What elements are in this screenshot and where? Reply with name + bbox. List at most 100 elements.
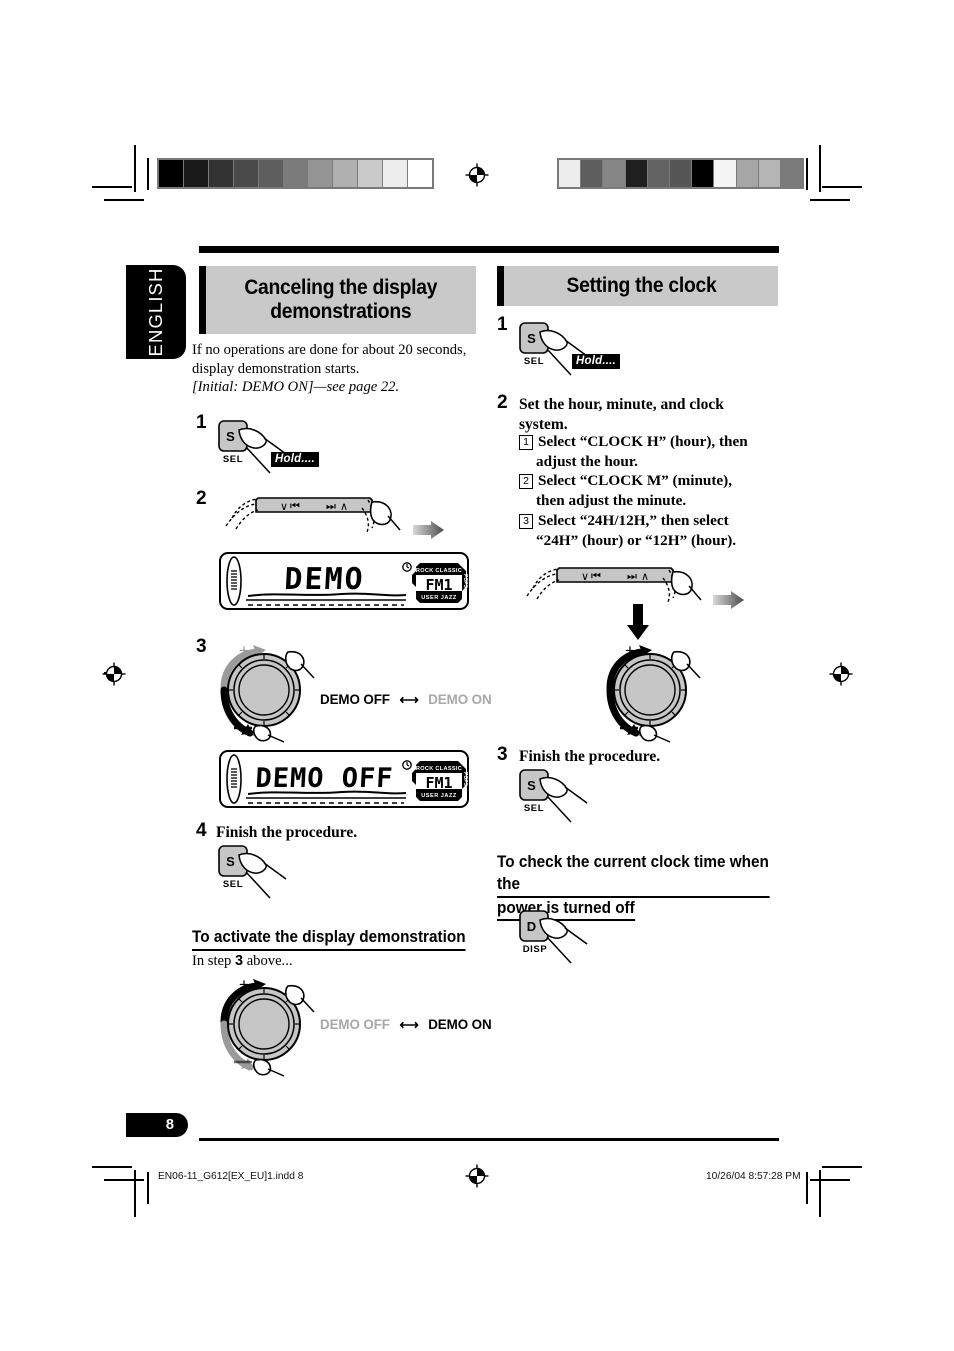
right-step-2-line1: Set the hour, minute, and clock	[519, 396, 724, 413]
crop-mark-bottom-left-v2	[147, 1172, 149, 1204]
svg-text:⏭: ⏭	[326, 500, 336, 513]
registration-mark-top-center	[464, 162, 490, 188]
toggle-arrow-activate: ⟷	[399, 1017, 419, 1032]
left-step-1-number: 1	[196, 412, 207, 433]
substep-2-marker: 2	[519, 474, 533, 489]
right-arrow-left-step2	[412, 520, 446, 540]
calibration-swatch	[383, 160, 409, 187]
svg-text:D: D	[527, 919, 536, 934]
left-step-2-number: 2	[196, 488, 207, 509]
svg-text:DEMO OFF: DEMO OFF	[255, 763, 395, 794]
right-step-3-number: 3	[497, 744, 508, 765]
page-number-badge: 8	[126, 1113, 188, 1137]
section-header-setting-the-clock: Setting the clock	[497, 266, 778, 306]
svg-text:SEL: SEL	[524, 356, 544, 367]
language-tab-english: ENGLISH	[126, 265, 186, 359]
svg-text:S: S	[527, 331, 536, 346]
demo-toggle-label-activate: DEMO OFF ⟷ DEMO ON	[320, 1017, 492, 1033]
svg-text:ROCK CLASSIC: ROCK CLASSIC	[416, 766, 462, 772]
right-step-1-number: 1	[497, 314, 508, 335]
demo-on-label-activate: DEMO ON	[428, 1017, 492, 1032]
page-top-rule	[199, 246, 779, 253]
svg-text:SEL: SEL	[223, 454, 243, 465]
svg-text:FM1: FM1	[425, 576, 452, 594]
volume-knob-art-activate: +	[206, 972, 324, 1078]
toggle-arrow-step3: ⟷	[399, 692, 419, 707]
demo-on-label-step3: DEMO ON	[428, 692, 492, 707]
calibration-swatch	[780, 160, 803, 187]
substep-1-line1: Select “CLOCK H” (hour), then	[538, 433, 748, 450]
svg-text:SEL: SEL	[524, 803, 544, 814]
registration-mark-right	[828, 661, 854, 687]
svg-text:DISP: DISP	[523, 944, 548, 955]
section-header-canceling-display-demonstrations: Canceling the display demonstrations	[199, 266, 476, 334]
svg-text:⏭: ⏭	[627, 570, 637, 583]
svg-text:POPS: POPS	[462, 772, 468, 787]
calibration-bar-right	[557, 158, 804, 189]
right-step-2-substep-3: 3 Select “24H/12H,” then select “24H” (ho…	[519, 511, 784, 551]
substep-1-marker: 1	[519, 435, 533, 450]
crop-mark-top-left-v	[134, 145, 136, 192]
activate-note-suffix: above...	[243, 953, 293, 969]
svg-text:S: S	[226, 429, 235, 444]
crop-mark-top-left-h2	[104, 199, 144, 201]
crop-mark-top-left-v2	[147, 158, 149, 190]
calibration-swatch	[159, 160, 184, 187]
intro-line-1: If no operations are done for about 20 s…	[192, 342, 467, 358]
substep-3-line2: “24H” (hour) or “12H” (hour).	[536, 531, 737, 549]
crop-mark-bottom-right-h1	[822, 1166, 862, 1168]
footer-timestamp: 10/26/04 8:57:28 PM	[706, 1171, 801, 1182]
left-step-4-number: 4	[196, 820, 207, 841]
section-header-clock-label: Setting the clock	[566, 274, 716, 298]
lcd-display-demo: DEMO ROCK CLASSIC POPS USER JAZZ FM1	[218, 551, 470, 611]
svg-text:⏮: ⏮	[290, 500, 300, 513]
check-clock-heading-line1: To check the current clock time when the	[497, 852, 770, 898]
left-step-4-text: Finish the procedure.	[216, 824, 358, 841]
svg-text:S: S	[226, 854, 235, 869]
calibration-swatch	[333, 160, 359, 187]
svg-text:DEMO: DEMO	[283, 562, 365, 597]
crop-mark-bottom-left-h2	[104, 1179, 144, 1181]
demo-toggle-label-left-step3: DEMO OFF ⟷ DEMO ON	[320, 692, 492, 708]
calibration-swatch	[625, 160, 648, 187]
calibration-swatch	[258, 160, 284, 187]
sel-button-art-left-step1: S SEL	[216, 418, 312, 480]
calibration-swatch	[308, 160, 334, 187]
calibration-swatch	[714, 160, 737, 187]
registration-mark-left	[101, 661, 127, 687]
hold-tag-left-step1: Hold....	[271, 452, 319, 467]
svg-text:⏮: ⏮	[591, 570, 601, 583]
intro-line-2: display demonstration starts.	[192, 360, 360, 377]
crop-mark-bottom-right-v	[819, 1170, 821, 1217]
crop-mark-top-right-h1	[822, 186, 862, 188]
calibration-swatch	[758, 160, 781, 187]
crop-mark-bottom-right-h2	[810, 1179, 850, 1181]
svg-text:POPS: POPS	[462, 574, 468, 589]
right-step-2-substep-2: 2 Select “CLOCK M” (minute), then adjust …	[519, 471, 781, 511]
language-tab-label: ENGLISH	[145, 267, 166, 357]
svg-text:SEL: SEL	[223, 879, 243, 890]
right-step-2-text: Set the hour, minute, and clock system.	[519, 395, 779, 435]
crop-mark-top-left-h1	[92, 186, 132, 188]
activate-note-prefix: In step	[192, 953, 235, 969]
right-step-2-substep-1: 1 Select “CLOCK H” (hour), then adjust th…	[519, 432, 781, 472]
footer-filename: EN06-11_G612[EX_EU]1.indd 8	[158, 1171, 304, 1182]
activate-demo-heading: To activate the display demonstration	[192, 927, 466, 951]
activate-demo-note: In step 3 above...	[192, 952, 293, 971]
intro-line-3: [Initial: DEMO ON]—see page 22.	[192, 379, 400, 396]
control-panel-strip-art-right: ∨ ⏮ ⏭ ∧	[523, 562, 703, 612]
calibration-swatch	[559, 160, 582, 187]
volume-knob-art-left-step3: +	[206, 638, 324, 744]
demo-off-label-step3: DEMO OFF	[320, 692, 390, 707]
sel-button-art-left-step4: S SEL	[216, 843, 312, 905]
svg-text:USER JAZZ: USER JAZZ	[421, 595, 457, 601]
sel-button-art-right-step3: S SEL	[517, 767, 613, 829]
calibration-swatch	[581, 160, 604, 187]
substep-3-marker: 3	[519, 514, 533, 529]
right-step-3-text: Finish the procedure.	[519, 748, 661, 765]
demo-off-label-activate: DEMO OFF	[320, 1017, 390, 1032]
calibration-swatch	[647, 160, 670, 187]
svg-text:FM1: FM1	[425, 774, 452, 792]
svg-text:∨: ∨	[581, 570, 589, 583]
sel-button-art-right-step1: S SEL	[517, 320, 613, 382]
